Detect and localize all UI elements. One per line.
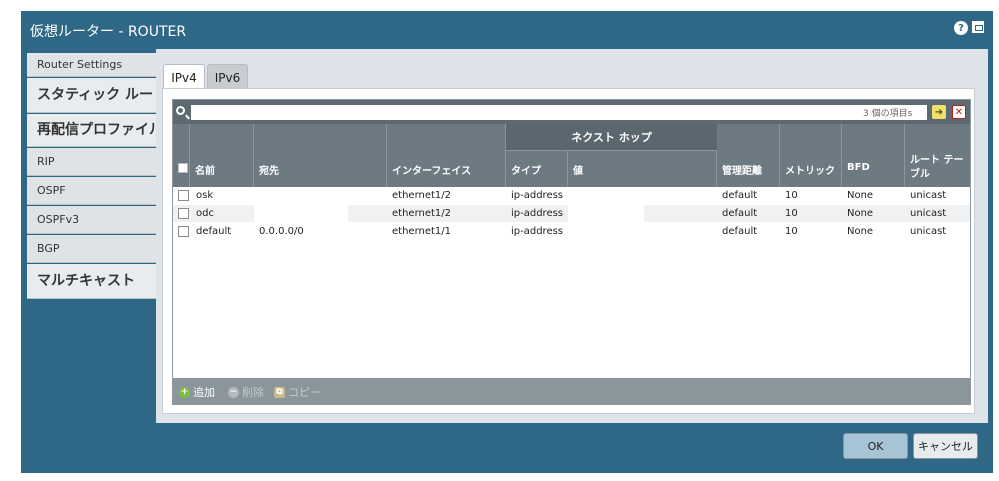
- tab-ipv4[interactable]: IPv4: [163, 64, 205, 90]
- route-name[interactable]: odc: [196, 208, 214, 219]
- select-all-column: [173, 124, 190, 187]
- redacted-area: [254, 205, 348, 222]
- search-bar: 3 個の項目s ➜ ✕: [173, 100, 970, 124]
- column-metric-label: メトリック: [785, 166, 835, 177]
- route-name[interactable]: osk: [196, 190, 213, 201]
- help-icon[interactable]: ?: [954, 21, 968, 35]
- route-admin-distance: default: [722, 226, 758, 237]
- add-button[interactable]: + 追加: [179, 384, 215, 400]
- sidebar-item-router-settings[interactable]: Router Settings: [27, 53, 156, 77]
- item-count: 3 個の項目s: [863, 109, 913, 119]
- table-row[interactable]: default 0.0.0.0/0 ethernet1/1 ip-address…: [173, 223, 970, 240]
- clear-filter-icon[interactable]: ✕: [952, 105, 966, 119]
- route-metric: 10: [785, 190, 798, 201]
- column-admin-distance[interactable]: 管理距離: [717, 124, 780, 187]
- route-table: unicast: [910, 226, 947, 237]
- tab-panel: 3 個の項目s ➜ ✕ 名前 宛先 インターフェイス ネクスト ホップ タイプ …: [162, 88, 975, 414]
- tab-ipv6[interactable]: IPv6: [207, 64, 248, 90]
- column-route-table-label: ルート テーブル: [910, 155, 964, 180]
- copy-button[interactable]: ⧉ コピー: [274, 384, 321, 400]
- row-checkbox[interactable]: [178, 208, 189, 219]
- search-input[interactable]: [191, 105, 927, 120]
- row-checkbox[interactable]: [178, 190, 189, 201]
- row-checkbox[interactable]: [178, 226, 189, 237]
- column-bfd-label: BFD: [847, 162, 870, 173]
- sidebar-item-ospfv3[interactable]: OSPFv3: [27, 206, 156, 234]
- cancel-button[interactable]: キャンセル: [913, 433, 978, 459]
- column-name[interactable]: 名前: [190, 124, 254, 187]
- search-icon: [176, 106, 185, 115]
- table-row[interactable]: osk ethernet1/2 ip-address default 10 No…: [173, 187, 970, 204]
- column-name-label: 名前: [195, 166, 215, 177]
- copy-icon: ⧉: [274, 386, 285, 398]
- router-dialog: 仮想ルーター - ROUTER ? Router Settings スタティック…: [21, 11, 993, 473]
- delete-button[interactable]: − 削除: [228, 384, 264, 400]
- redacted-area: [568, 205, 644, 222]
- grid-toolbar: + 追加 − 削除 ⧉ コピー: [173, 378, 970, 404]
- route-admin-distance: default: [722, 190, 758, 201]
- content-area: IPv4 IPv6 3 個の項目s ➜ ✕ 名前 宛先 インターフェイス ネクス…: [156, 49, 988, 423]
- route-bfd: None: [847, 190, 874, 201]
- column-metric[interactable]: メトリック: [780, 124, 842, 187]
- column-value[interactable]: 値: [568, 151, 717, 187]
- sidebar-item-redistribution-profile[interactable]: 再配信プロファイル: [27, 114, 156, 147]
- route-metric: 10: [785, 208, 798, 219]
- route-interface: ethernet1/2: [392, 208, 452, 219]
- apply-filter-icon[interactable]: ➜: [932, 105, 946, 119]
- route-destination: 0.0.0.0/0: [259, 226, 304, 237]
- column-type[interactable]: タイプ: [506, 151, 568, 187]
- route-nexthop-type: ip-address: [511, 190, 564, 201]
- table-row[interactable]: odc ethernet1/2 ip-address default 10 No…: [173, 205, 970, 222]
- sidebar-item-multicast[interactable]: マルチキャスト: [27, 264, 156, 299]
- next-hop-group-header: ネクスト ホップ: [506, 124, 717, 151]
- route-admin-distance: default: [722, 208, 758, 219]
- route-bfd: None: [847, 226, 874, 237]
- column-bfd[interactable]: BFD: [842, 124, 905, 187]
- column-destination[interactable]: 宛先: [254, 124, 387, 187]
- add-label: 追加: [193, 386, 215, 399]
- route-bfd: None: [847, 208, 874, 219]
- route-metric: 10: [785, 226, 798, 237]
- column-interface-label: インターフェイス: [392, 166, 472, 177]
- route-nexthop-type: ip-address: [511, 226, 564, 237]
- route-interface: ethernet1/2: [392, 190, 452, 201]
- route-table: unicast: [910, 208, 947, 219]
- column-route-table[interactable]: ルート テーブル: [905, 124, 970, 187]
- ok-button[interactable]: OK: [843, 433, 908, 459]
- sidebar-item-bgp[interactable]: BGP: [27, 235, 156, 263]
- select-all-checkbox[interactable]: [178, 163, 188, 173]
- route-name[interactable]: default: [196, 226, 231, 237]
- route-nexthop-type: ip-address: [511, 208, 564, 219]
- column-type-label: タイプ: [511, 166, 541, 177]
- column-admin-distance-label: 管理距離: [722, 166, 762, 177]
- static-route-grid: 3 個の項目s ➜ ✕ 名前 宛先 インターフェイス ネクスト ホップ タイプ …: [172, 99, 971, 405]
- column-interface[interactable]: インターフェイス: [387, 124, 506, 187]
- dialog-title: 仮想ルーター - ROUTER: [30, 24, 187, 40]
- minus-icon: −: [228, 386, 239, 398]
- sidebar-item-rip[interactable]: RIP: [27, 148, 156, 176]
- route-table: unicast: [910, 190, 947, 201]
- delete-label: 削除: [242, 386, 264, 399]
- table-header: 名前 宛先 インターフェイス ネクスト ホップ タイプ 値 管理距離 メトリック…: [173, 124, 970, 187]
- title-bar: 仮想ルーター - ROUTER ?: [21, 11, 993, 49]
- plus-icon: +: [179, 386, 190, 398]
- sidebar-item-static-route[interactable]: スタティック ルート: [27, 78, 156, 113]
- sidebar-item-ospf[interactable]: OSPF: [27, 177, 156, 205]
- column-value-label: 値: [573, 166, 583, 177]
- column-destination-label: 宛先: [259, 166, 279, 177]
- copy-label: コピー: [288, 386, 321, 399]
- maximize-icon[interactable]: [972, 21, 984, 33]
- route-interface: ethernet1/1: [392, 226, 452, 237]
